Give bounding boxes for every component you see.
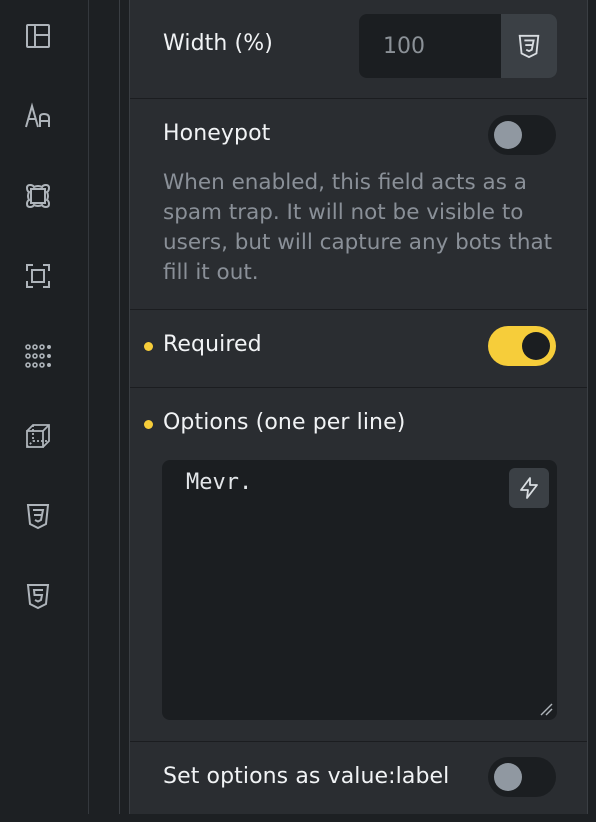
- options-textarea[interactable]: Mevr.: [162, 460, 557, 720]
- changed-indicator-dot: [144, 420, 153, 429]
- panel-gutter: [90, 0, 120, 814]
- honeypot-description: When enabled, this field acts as a spam …: [163, 170, 553, 285]
- width-input-group: [359, 14, 557, 78]
- options-textarea-wrap: Mevr.: [162, 460, 557, 720]
- honeypot-toggle[interactable]: [488, 115, 556, 155]
- border-icon[interactable]: [23, 261, 53, 291]
- left-sidebar: [0, 0, 89, 814]
- grid-dots-icon[interactable]: [23, 341, 53, 371]
- css3-icon[interactable]: [23, 501, 53, 531]
- honeypot-label: Honeypot: [163, 121, 271, 146]
- width-section: Width (%): [130, 0, 587, 99]
- toggle-knob: [494, 763, 522, 791]
- value-label-section: Set options as value:label: [130, 742, 587, 822]
- required-label: Required: [163, 332, 262, 357]
- changed-indicator-dot: [144, 342, 153, 351]
- required-toggle[interactable]: [488, 326, 556, 366]
- honeypot-section: Honeypot When enabled, this field acts a…: [130, 99, 587, 310]
- required-section: Required: [130, 310, 587, 388]
- value-label-toggle[interactable]: [488, 757, 556, 797]
- settings-panel: Width (%) Honeypot When enabled, this fi…: [129, 0, 588, 814]
- spacing-icon[interactable]: [23, 181, 53, 211]
- width-label: Width (%): [163, 31, 273, 56]
- options-label: Options (one per line): [163, 410, 406, 435]
- css-unit-button[interactable]: [501, 14, 557, 78]
- toggle-knob: [522, 332, 550, 360]
- typography-icon[interactable]: [23, 101, 53, 131]
- 3d-box-icon[interactable]: [23, 421, 53, 451]
- toggle-knob: [494, 121, 522, 149]
- layout-icon[interactable]: [23, 21, 53, 51]
- html5-icon[interactable]: [23, 581, 53, 611]
- css3-icon: [518, 34, 540, 59]
- value-label-label: Set options as value:label: [163, 764, 450, 789]
- bolt-icon: [520, 477, 538, 499]
- dynamic-data-button[interactable]: [509, 468, 549, 508]
- width-input[interactable]: [359, 14, 499, 78]
- resize-grip-icon[interactable]: [539, 702, 553, 716]
